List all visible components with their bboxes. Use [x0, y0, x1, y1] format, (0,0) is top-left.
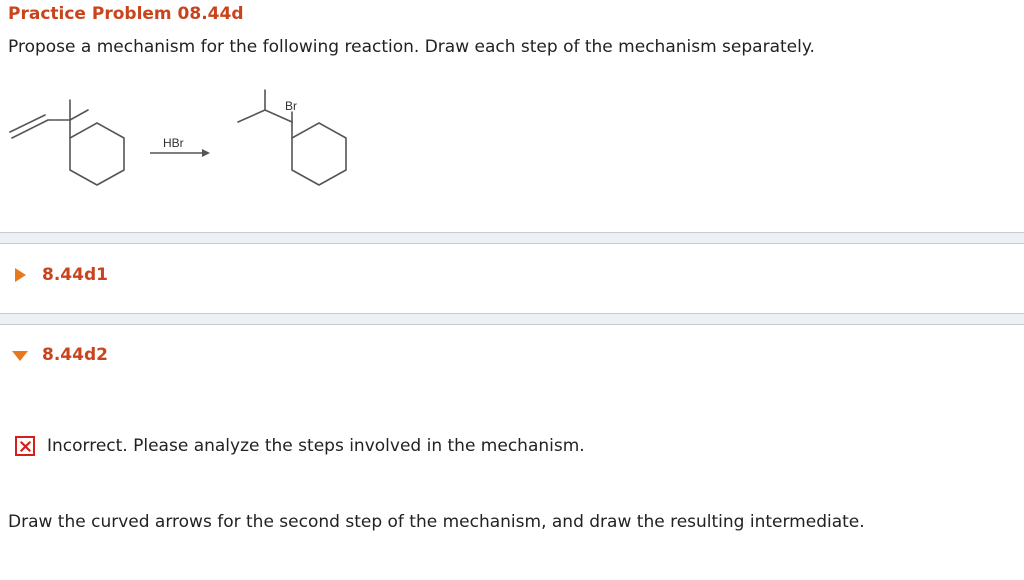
incorrect-icon [15, 436, 35, 456]
section-toggle-8-44d2[interactable]: 8.44d2 [10, 342, 108, 368]
feedback-text: Incorrect. Please analyze the steps invo… [47, 436, 585, 456]
product-methyl-bond [237, 109, 266, 123]
section-label: 8.44d1 [42, 265, 108, 285]
feedback-message: Incorrect. Please analyze the steps invo… [15, 436, 585, 456]
product-cyclohexane-ring [291, 122, 347, 186]
reaction-arrow: HBr [150, 136, 210, 157]
bromine-label: Br [285, 99, 297, 113]
section-toggle-8-44d1[interactable]: 8.44d1 [10, 262, 108, 288]
page-title: Practice Problem 08.44d [8, 4, 244, 24]
reactant-cyclohexane-ring [69, 122, 125, 186]
section-label: 8.44d2 [42, 345, 108, 365]
reactant-methyl-bond [69, 109, 89, 121]
section-divider [0, 313, 1024, 325]
caret-down-icon [12, 351, 28, 361]
caret-right-icon [15, 268, 26, 282]
step-instruction: Draw the curved arrows for the second st… [8, 512, 865, 532]
arrow-head [202, 149, 210, 157]
problem-prompt: Propose a mechanism for the following re… [8, 37, 815, 57]
reagent-label: HBr [163, 136, 184, 150]
section-divider [0, 232, 1024, 244]
reaction-scheme: HBr Br [9, 89, 347, 186]
reactant-molecule [9, 99, 125, 186]
